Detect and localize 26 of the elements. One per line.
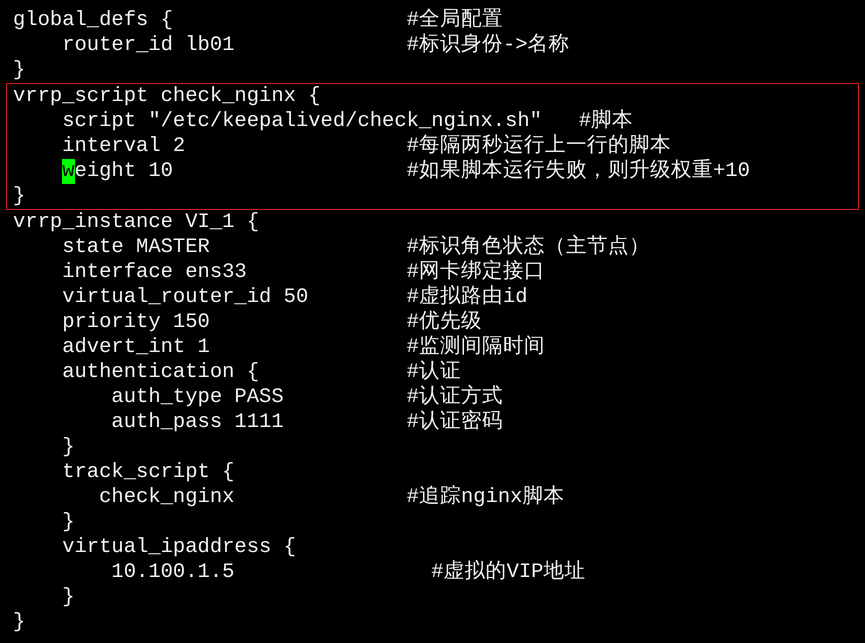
- code-line: priority 150 #优先级: [61, 311, 482, 334]
- code-text: eight 10 #如果脚本运行失败，则升级权重+10: [74, 159, 750, 184]
- code-line: }: [61, 586, 75, 609]
- code-line: router_id lb01 #标识身份->名称: [61, 34, 570, 57]
- code-line: track_script {: [61, 461, 234, 484]
- code-line: script "/etc/keepalived/check_nginx.sh" #脚本: [61, 110, 634, 133]
- code-line: virtual_router_id 50 #虚拟路由id: [61, 286, 528, 309]
- code-line: }: [13, 185, 26, 208]
- code-line: vrrp_script check_nginx {: [13, 85, 321, 108]
- code-line: global_defs { #全局配置: [13, 9, 503, 32]
- code-line: interval 2 #每隔两秒运行上一行的脚本: [61, 135, 671, 158]
- code-line: }: [13, 611, 26, 634]
- code-line: }: [61, 436, 75, 459]
- code-line: authentication { #认证: [61, 361, 461, 384]
- code-line: check_nginx #追踪nginx脚本: [98, 486, 564, 509]
- code-line: auth_pass 1111 #认证密码: [110, 411, 503, 434]
- code-line: 10.100.1.5 #虚拟的VIP地址: [110, 561, 586, 584]
- code-line: }: [61, 511, 75, 534]
- code-line: advert_int 1 #监测间隔时间: [61, 336, 545, 359]
- cursor: w: [62, 159, 75, 184]
- code-line: vrrp_instance VI_1 {: [13, 211, 260, 234]
- code-line: interface ens33 #网卡绑定接口: [61, 261, 545, 284]
- code-line: auth_type PASS #认证方式: [110, 386, 503, 409]
- code-line: virtual_ipaddress {: [61, 536, 296, 559]
- code-line: }: [13, 59, 26, 82]
- code-line: state MASTER #标识角色状态（主节点）: [61, 236, 650, 259]
